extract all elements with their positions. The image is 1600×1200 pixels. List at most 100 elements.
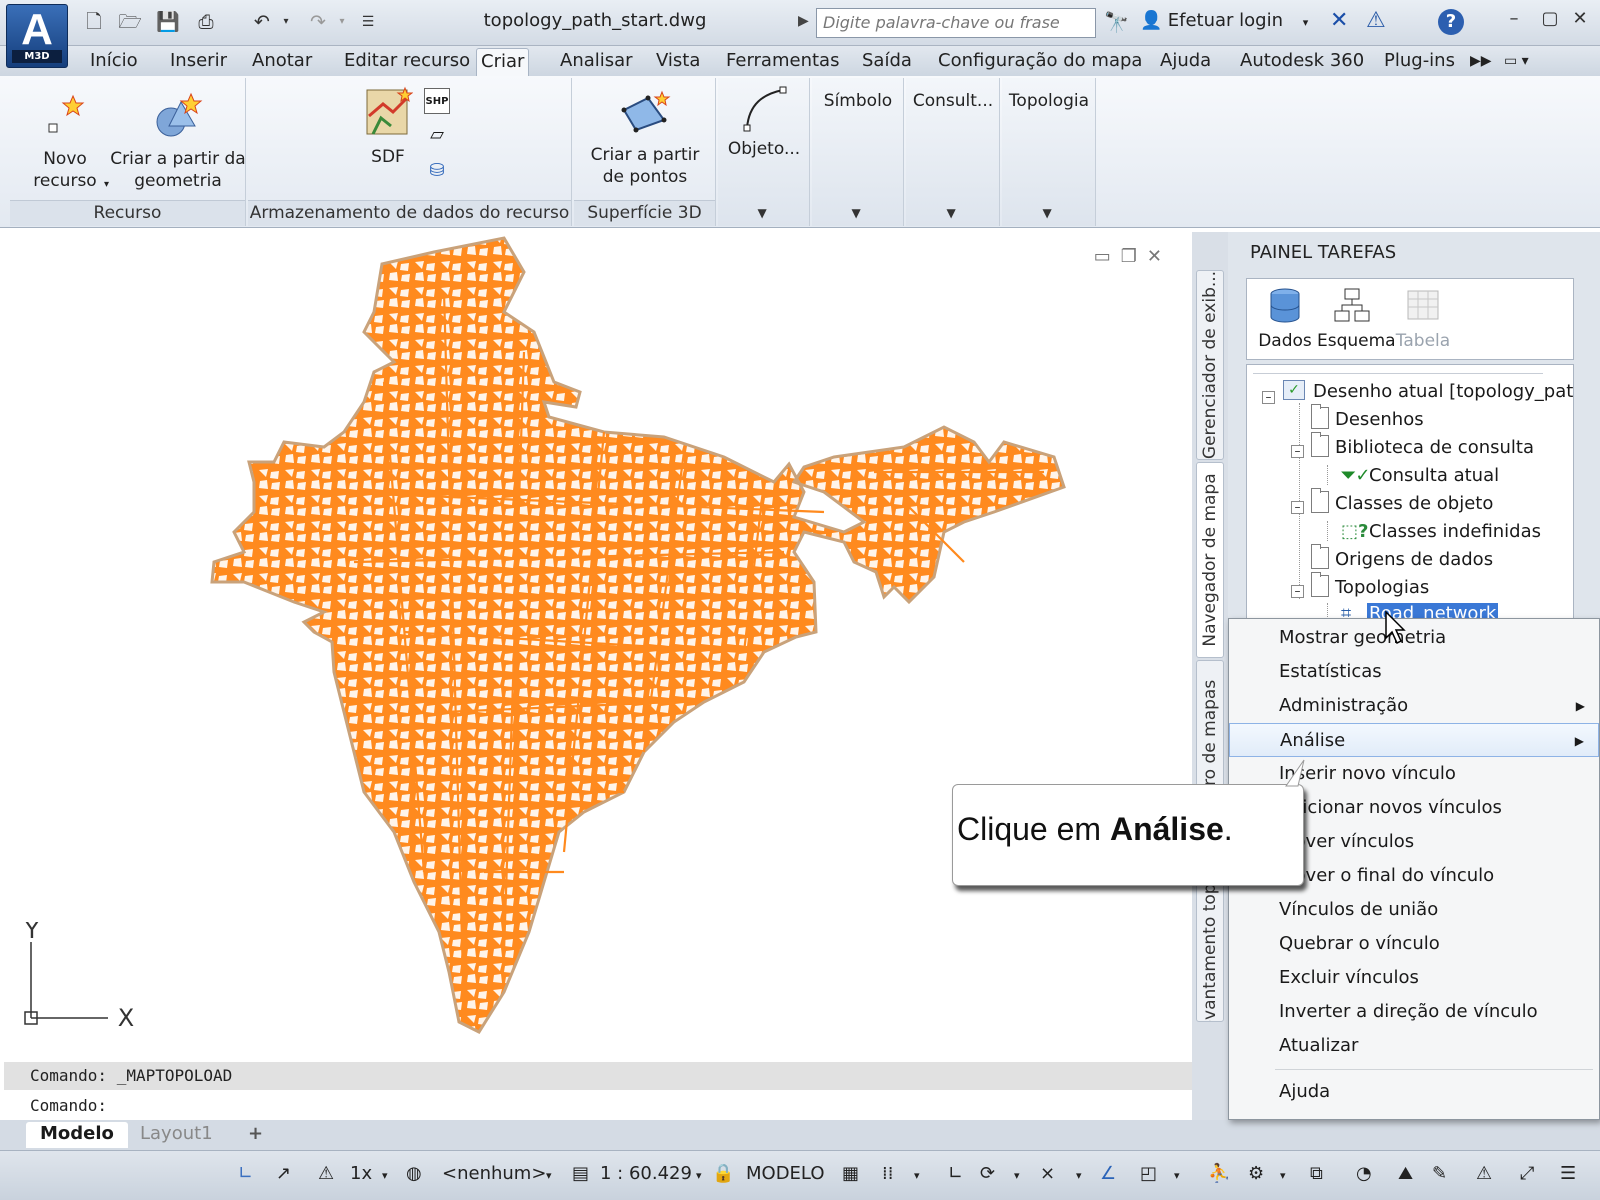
tab-editar-recurso[interactable]: Editar recurso bbox=[340, 48, 474, 76]
command-input[interactable]: Comando: bbox=[4, 1092, 1192, 1118]
hardware-acceleration-icon[interactable]: ◔ bbox=[1356, 1163, 1372, 1184]
attach-text-icon[interactable]: ▱ bbox=[424, 122, 450, 148]
tab-vista[interactable]: Vista bbox=[652, 48, 704, 76]
binoculars-icon[interactable]: 🔭 bbox=[1104, 10, 1129, 34]
exchange-apps-icon[interactable]: ✕ bbox=[1330, 8, 1348, 33]
warning-icon[interactable]: ⚠ bbox=[1476, 1163, 1492, 1184]
tree-topologias[interactable]: Topologias bbox=[1311, 572, 1429, 601]
map-scale-dropdown-icon[interactable]: ▾ bbox=[696, 1169, 702, 1182]
shp-button[interactable]: SHP bbox=[424, 88, 450, 114]
viewport-minimize-icon[interactable]: ▭ bbox=[1094, 246, 1121, 267]
map-scale-icon[interactable]: ▤ bbox=[572, 1163, 589, 1184]
status-menu-icon[interactable]: ☰ bbox=[1560, 1163, 1576, 1184]
topologia-dropdown-icon[interactable]: ▼ bbox=[1043, 206, 1052, 220]
more-tabs-icon[interactable]: ▶▶ bbox=[1466, 48, 1496, 76]
new-file-icon[interactable]: 🗋 bbox=[82, 10, 106, 34]
novo-recurso-dropdown-icon[interactable]: ▾ bbox=[104, 174, 109, 196]
snap-dropdown-icon[interactable]: ▾ bbox=[914, 1169, 920, 1182]
tab-gerenciador-exibicao[interactable]: Gerenciador de exib... bbox=[1196, 270, 1224, 460]
menu-inverter-direcao[interactable]: Inverter a direção de vínculo bbox=[1229, 995, 1599, 1029]
undo-dropdown-icon[interactable]: ▾ bbox=[274, 10, 298, 34]
tabela-button[interactable]: Tabela bbox=[1393, 287, 1453, 351]
clean-screen-icon[interactable]: ⤢ bbox=[1520, 1163, 1534, 1184]
group-objeto[interactable]: Objeto... ▼ bbox=[718, 78, 810, 226]
polar-tracking-icon[interactable]: ⟳ bbox=[980, 1163, 995, 1184]
search-expand-icon[interactable]: ▶ bbox=[798, 13, 809, 29]
esquema-button[interactable]: Esquema bbox=[1317, 287, 1396, 351]
selection-cycling-icon[interactable]: ⛹ bbox=[1208, 1163, 1230, 1184]
group-consult[interactable]: Consult... ▼ bbox=[906, 78, 1000, 226]
map-scale[interactable]: 1 : 60.429 bbox=[600, 1163, 692, 1184]
add-layout-icon[interactable]: + bbox=[234, 1122, 277, 1148]
expand-classes-icon[interactable]: – bbox=[1291, 501, 1304, 514]
autodesk-360-icon[interactable]: ⚠ bbox=[1366, 8, 1386, 33]
login-dropdown-icon[interactable]: ▾ bbox=[1303, 16, 1309, 29]
road-network-map[interactable] bbox=[204, 232, 1084, 1052]
menu-mostrar-geometria[interactable]: Mostrar geometria bbox=[1229, 621, 1599, 655]
criar-geometria-button[interactable]: Criar a partir da geometria bbox=[110, 92, 246, 192]
tab-plug-ins[interactable]: Plug-ins bbox=[1380, 48, 1459, 76]
annotation-scale-icon[interactable]: ⚠ bbox=[318, 1163, 334, 1184]
group-simbolo[interactable]: Símbolo ▼ bbox=[812, 78, 904, 226]
tree-classes-indefinidas[interactable]: ⬚?Classes indefinidas bbox=[1341, 519, 1541, 545]
objeto-button[interactable]: Objeto... bbox=[718, 84, 810, 160]
ortho-icon[interactable]: ∟ bbox=[948, 1163, 963, 1184]
scale-factor[interactable]: 1x bbox=[350, 1163, 372, 1184]
tab-saida[interactable]: Saída bbox=[858, 48, 916, 76]
update-icon[interactable]: ✎ bbox=[1432, 1163, 1447, 1184]
criar-pontos-button[interactable]: Criar a partir de pontos bbox=[578, 90, 712, 188]
menu-atualizar[interactable]: Atualizar bbox=[1229, 1029, 1599, 1063]
redo-dropdown-icon[interactable]: ▾ bbox=[330, 10, 354, 34]
transparency-icon[interactable]: ◰ bbox=[1140, 1163, 1157, 1184]
consult-button[interactable]: Consult... bbox=[906, 90, 1000, 112]
globe-icon[interactable]: ◍ bbox=[406, 1163, 422, 1184]
tab-anotar[interactable]: Anotar bbox=[248, 48, 316, 76]
tab-criar[interactable]: Criar bbox=[476, 48, 530, 76]
coordinate-system-dropdown-icon[interactable]: ▾ bbox=[546, 1169, 552, 1182]
expand-root-icon[interactable]: – bbox=[1262, 391, 1275, 404]
tab-layout1[interactable]: Layout1 bbox=[126, 1122, 227, 1148]
tree-classes-objeto[interactable]: Classes de objeto bbox=[1311, 488, 1493, 517]
osnap-dropdown-icon[interactable]: ▾ bbox=[1076, 1169, 1082, 1182]
tab-autodesk-360[interactable]: Autodesk 360 bbox=[1236, 48, 1368, 76]
menu-administracao[interactable]: Administração ▶ bbox=[1229, 689, 1599, 723]
settings-gear-icon[interactable]: ⚙ bbox=[1248, 1163, 1264, 1184]
grid-display-icon[interactable]: ▦ bbox=[842, 1163, 859, 1184]
ribbon-minimize-icon[interactable]: ▭ ▾ bbox=[1500, 48, 1533, 76]
menu-estatisticas[interactable]: Estatísticas bbox=[1229, 655, 1599, 689]
tree-origens-dados[interactable]: Origens de dados bbox=[1311, 544, 1493, 573]
consult-dropdown-icon[interactable]: ▼ bbox=[947, 206, 956, 220]
viewport-close-icon[interactable]: ✕ bbox=[1147, 246, 1172, 267]
restore-icon[interactable]: ▢ bbox=[1538, 8, 1562, 32]
snap-mode-icon[interactable]: ⁞⁞ bbox=[882, 1163, 893, 1184]
sdf-button[interactable]: SDF bbox=[348, 86, 428, 168]
transparency-dropdown-icon[interactable]: ▾ bbox=[1174, 1169, 1180, 1182]
coordinate-system[interactable]: <nenhum> bbox=[442, 1163, 546, 1184]
tab-inicio[interactable]: Início bbox=[86, 48, 142, 76]
help-icon[interactable]: ? bbox=[1438, 9, 1464, 35]
search-input[interactable]: Digite palavra-chave ou frase bbox=[816, 8, 1096, 38]
print-icon[interactable]: ⎙ bbox=[194, 10, 218, 34]
lock-icon[interactable]: 🔒 bbox=[712, 1163, 734, 1184]
model-space-toggle[interactable]: MODELO bbox=[746, 1163, 825, 1184]
tab-modelo[interactable]: Modelo bbox=[26, 1122, 128, 1148]
simbolo-button[interactable]: Símbolo bbox=[812, 90, 904, 112]
polar-dropdown-icon[interactable]: ▾ bbox=[1014, 1169, 1020, 1182]
tree-desenhos[interactable]: Desenhos bbox=[1311, 404, 1424, 433]
undo-icon[interactable]: ↶ bbox=[250, 10, 274, 34]
expand-topologias-icon[interactable]: – bbox=[1291, 585, 1304, 598]
snap-angle-icon[interactable]: ∟ bbox=[238, 1163, 253, 1184]
object-snap-tracking-icon[interactable]: ⨯ bbox=[1040, 1163, 1055, 1184]
redo-icon[interactable]: ↷ bbox=[306, 10, 330, 34]
simbolo-dropdown-icon[interactable]: ▼ bbox=[852, 206, 861, 220]
open-folder-icon[interactable]: 🗁 bbox=[118, 10, 142, 34]
tree-consulta-atual[interactable]: ⏷✓Consulta atual bbox=[1341, 463, 1499, 489]
topologia-button[interactable]: Topologia bbox=[1002, 90, 1096, 112]
tab-configuracao-do-mapa[interactable]: Configuração do mapa bbox=[934, 48, 1146, 76]
save-icon[interactable]: 💾 bbox=[156, 10, 180, 34]
tab-inserir[interactable]: Inserir bbox=[166, 48, 231, 76]
dynamic-ucs-icon[interactable]: ↗ bbox=[276, 1163, 291, 1184]
tab-navegador-de-mapa[interactable]: Navegador de mapa bbox=[1196, 462, 1224, 658]
scale-factor-dropdown-icon[interactable]: ▾ bbox=[382, 1169, 388, 1182]
lineweight-icon[interactable]: ∠ bbox=[1100, 1163, 1116, 1184]
